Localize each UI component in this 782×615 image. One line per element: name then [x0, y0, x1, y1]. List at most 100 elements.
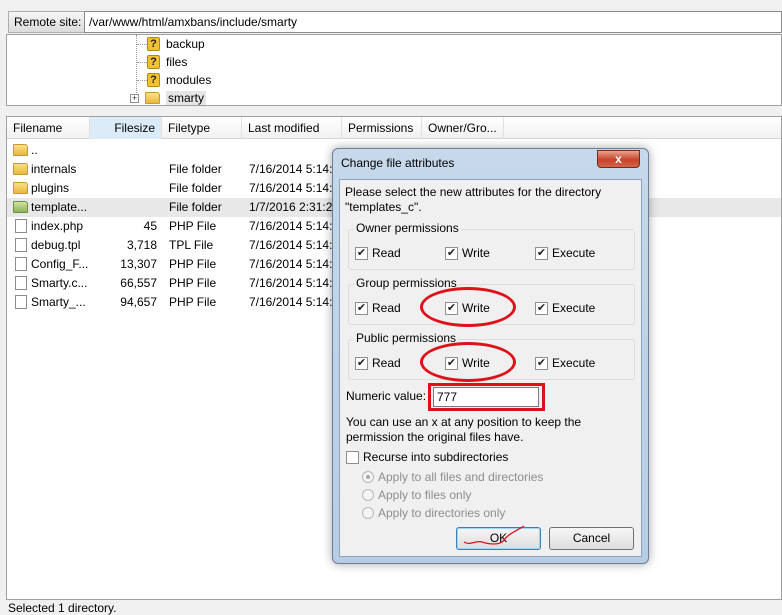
recurse-checkbox[interactable]: Recurse into subdirectories	[346, 450, 508, 464]
file-icon	[15, 219, 27, 233]
file-name: Smarty.c...	[31, 276, 88, 290]
tree-item-label: modules	[166, 73, 212, 87]
radio-selected-icon	[362, 471, 374, 483]
radio-icon	[362, 489, 374, 501]
cancel-button[interactable]: Cancel	[549, 527, 634, 550]
file-list-header: Filename Filesize Filetype Last modified…	[7, 117, 781, 139]
file-type: PHP File	[169, 295, 217, 309]
tree-item-modules[interactable]: ? modules	[147, 71, 211, 89]
group-read-checkbox[interactable]: ✔ Read	[355, 301, 401, 315]
hint-text: You can use an x at any position to keep…	[346, 415, 582, 444]
owner-execute-checkbox[interactable]: ✔ Execute	[535, 246, 595, 260]
column-last-modified[interactable]: Last modified	[242, 117, 342, 139]
file-modified: 7/16/2014 5:14:..	[249, 257, 333, 271]
folder-icon	[13, 182, 28, 194]
file-modified: 7/16/2014 5:14:..	[249, 162, 333, 176]
group-label: Owner permissions	[354, 221, 461, 235]
folder-icon	[13, 201, 28, 213]
column-filename[interactable]: Filename	[7, 117, 90, 139]
tree-item-label: smarty	[166, 91, 206, 105]
file-name: debug.tpl	[31, 238, 81, 252]
folder-icon	[13, 144, 28, 156]
group-execute-checkbox[interactable]: ✔ Execute	[535, 301, 595, 315]
file-icon	[15, 295, 27, 309]
unknown-folder-icon: ?	[147, 55, 160, 69]
annotation-box	[428, 383, 545, 411]
file-type: File folder	[169, 181, 222, 195]
file-type: PHP File	[169, 257, 217, 271]
owner-read-checkbox[interactable]: ✔ Read	[355, 246, 401, 260]
file-name: Smarty_...	[31, 295, 86, 309]
apply-dirs-radio[interactable]: Apply to directories only	[362, 506, 505, 520]
pane-splitter[interactable]	[0, 107, 782, 116]
unknown-folder-icon: ?	[147, 73, 160, 87]
file-name: ..	[31, 143, 38, 157]
apply-all-radio[interactable]: Apply to all files and directories	[362, 470, 543, 484]
remote-path-input[interactable]: /var/www/html/amxbans/include/smarty	[84, 11, 782, 33]
check-icon: ✔	[445, 246, 458, 260]
file-modified: 7/16/2014 5:14:..	[249, 238, 333, 252]
expand-icon[interactable]: +	[130, 93, 139, 103]
folder-icon	[13, 163, 28, 175]
remote-directory-tree: ? backup ? files ? modules + smarty	[6, 34, 782, 106]
tree-item-smarty[interactable]: + smarty	[130, 89, 206, 107]
owner-write-checkbox[interactable]: ✔ Write	[445, 246, 490, 260]
owner-permissions-group: Owner permissions ✔ Read ✔ Write ✔ Execute	[348, 221, 635, 270]
column-filetype[interactable]: Filetype	[162, 117, 242, 139]
file-name: Config_F...	[31, 257, 89, 271]
check-icon: ✔	[355, 301, 368, 315]
file-icon	[15, 238, 27, 252]
file-type: PHP File	[169, 219, 217, 233]
file-size: 66,557	[120, 276, 157, 290]
check-icon: ✔	[535, 301, 548, 315]
file-name: plugins	[31, 181, 70, 195]
apply-files-radio[interactable]: Apply to files only	[362, 488, 471, 502]
file-size: 45	[143, 219, 157, 233]
status-bar: Selected 1 directory.	[0, 600, 782, 615]
column-permissions[interactable]: Permissions	[342, 117, 422, 139]
tree-item-files[interactable]: ? files	[147, 53, 187, 71]
annotation-scribble	[463, 525, 525, 545]
public-execute-checkbox[interactable]: ✔ Execute	[535, 356, 595, 370]
file-size: 13,307	[120, 257, 157, 271]
remote-site-label: Remote site:	[8, 11, 88, 33]
file-name: template...	[31, 200, 88, 214]
file-modified: 7/16/2014 5:14:..	[249, 181, 333, 195]
close-button[interactable]: x	[597, 150, 640, 168]
file-type: File folder	[169, 200, 222, 214]
file-modified: 7/16/2014 5:14:..	[249, 276, 333, 290]
file-name: index.php	[31, 219, 84, 233]
check-icon: ✔	[355, 356, 368, 370]
group-label: Public permissions	[354, 331, 459, 345]
file-size: 3,718	[126, 238, 157, 252]
annotation-oval	[420, 342, 516, 382]
tree-item-backup[interactable]: ? backup	[147, 35, 205, 53]
close-icon: x	[615, 152, 622, 166]
dialog-description: Please select the new attributes for the…	[345, 185, 602, 214]
column-filesize[interactable]: Filesize	[90, 117, 162, 139]
unknown-folder-icon: ?	[147, 37, 160, 51]
annotation-oval	[420, 287, 516, 327]
change-attributes-dialog: Change file attributes x Please select t…	[332, 148, 649, 564]
check-icon: ✔	[535, 356, 548, 370]
file-size: 94,657	[120, 295, 157, 309]
column-owner-group[interactable]: Owner/Gro...	[422, 117, 504, 139]
file-modified: 1/7/2016 2:31:2..	[249, 200, 333, 214]
file-icon	[15, 257, 27, 271]
file-modified: 7/16/2014 5:14:..	[249, 295, 333, 309]
file-icon	[15, 276, 27, 290]
file-type: TPL File	[169, 238, 214, 252]
dialog-title: Change file attributes	[341, 156, 455, 170]
file-type: File folder	[169, 162, 222, 176]
file-name: internals	[31, 162, 77, 176]
public-read-checkbox[interactable]: ✔ Read	[355, 356, 401, 370]
tree-item-label: files	[166, 55, 188, 69]
radio-icon	[362, 507, 374, 519]
check-icon: ✔	[535, 246, 548, 260]
checkbox-empty-icon	[346, 450, 359, 464]
folder-icon	[145, 92, 160, 104]
check-icon: ✔	[355, 246, 368, 260]
tree-item-label: backup	[166, 37, 205, 51]
group-label: Group permissions	[354, 276, 459, 290]
numeric-value-label: Numeric value:	[346, 389, 427, 403]
